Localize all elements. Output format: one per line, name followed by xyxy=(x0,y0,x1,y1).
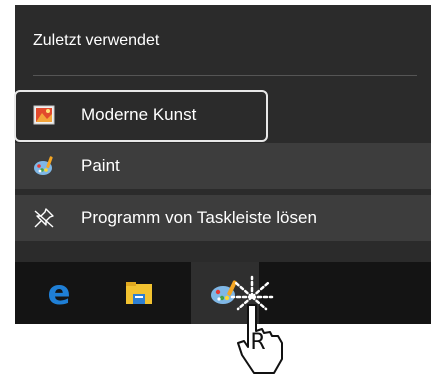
recent-item-moderne-kunst[interactable]: Moderne Kunst xyxy=(14,87,431,143)
taskbar: e xyxy=(15,262,431,324)
section-header-recent: Zuletzt verwendet xyxy=(33,32,160,49)
jump-list-menu: Zuletzt verwendet Moderne Kunst Paint Pr… xyxy=(14,5,431,262)
paint-icon xyxy=(34,156,53,175)
app-item-label: Paint xyxy=(81,156,120,175)
cursor-label: R xyxy=(250,330,265,355)
file-explorer-icon xyxy=(126,282,152,304)
unpin-icon xyxy=(34,208,54,228)
edge-icon: e xyxy=(47,278,70,308)
svg-text:e: e xyxy=(47,278,70,308)
unpin-from-taskbar-item[interactable]: Programm von Taskleiste lösen xyxy=(15,195,431,241)
taskbar-button-file-explorer[interactable] xyxy=(111,262,167,324)
divider xyxy=(33,75,417,76)
jump-list-header: Zuletzt verwendet xyxy=(15,5,431,77)
unpin-item-label: Programm von Taskleiste lösen xyxy=(81,208,317,227)
app-item-paint[interactable]: Paint xyxy=(15,143,431,189)
hand-cursor-icon: R xyxy=(230,275,283,374)
taskbar-button-edge[interactable]: e xyxy=(31,262,87,324)
focus-ring xyxy=(14,90,268,142)
